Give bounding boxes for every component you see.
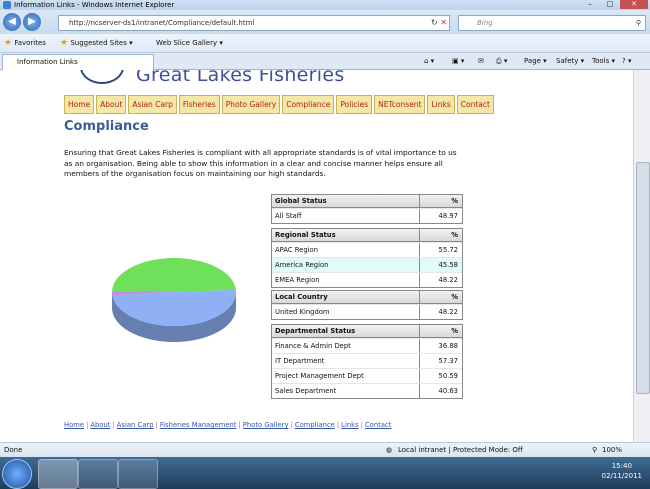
nav-netconsent[interactable]: NETconsent [374,95,426,114]
favorites-bar: ★ Favorites ★ Suggested Sites ▾ Web Slic… [0,34,650,53]
help-icon[interactable]: ? ▾ [622,53,631,69]
footer-link-contact[interactable]: Contact [365,421,391,429]
nav-compliance[interactable]: Compliance [282,95,335,114]
departmental-status-table: Departmental Status% Finance & Admin Dep… [271,324,463,399]
tools-menu[interactable]: Tools ▾ [592,53,615,69]
star-icon: ★ [4,38,13,48]
start-button[interactable] [2,459,32,489]
status-text: Done [4,446,23,454]
table-header: Regional Status [272,229,420,241]
table-row: All Staff 48.97 [272,208,462,223]
nav-photo-gallery[interactable]: Photo Gallery [221,95,281,114]
footer-link-home[interactable]: Home [64,421,84,429]
table-row: Sales Department 40.63 [272,383,462,398]
status-bar: Done ◍ Local intranet | Protected Mode: … [0,442,650,458]
footer-link-about[interactable]: About [90,421,110,429]
regional-status-table: Regional Status% APAC Region 55.72 Americ… [271,228,463,288]
maximize-button[interactable]: □ [600,0,620,9]
refresh-icon[interactable]: ↻ [431,18,438,27]
footer-link-fisheries-management[interactable]: Fisheries Management [160,421,237,429]
table-row: IT Department 57.37 [272,353,462,368]
suggested-sites-link[interactable]: ★ Suggested Sites ▾ [60,34,133,52]
footer-link-links[interactable]: Links [341,421,358,429]
system-clock: 15:40 02/11/2011 [601,462,642,480]
table-row: APAC Region 55.72 [272,242,462,257]
pie-slice-0 [112,257,236,292]
safety-menu[interactable]: Safety ▾ [556,53,584,69]
table-row: Finance & Admin Dept 36.88 [272,338,462,353]
close-button[interactable]: ✕ [620,0,648,9]
search-placeholder: Bing [477,19,493,27]
table-row: United Kingdom 48.22 [272,304,462,319]
global-status-table: Global Status% All Staff 48.97 [271,194,463,224]
page-menu[interactable]: Page ▾ [524,53,547,69]
table-row: EMEA Region 48.22 [272,272,462,287]
ie-icon [3,1,11,9]
zoom-level[interactable]: 100% [602,443,622,458]
site-brand: Great Lakes Fisheries [136,70,345,86]
nav-policies[interactable]: Policies [336,95,373,114]
tab-label: Information Links [17,58,78,66]
home-icon[interactable]: ⌂ ▾ [424,53,434,69]
mail-icon[interactable]: ✉ [478,53,484,69]
table-row: Project Management Dept 50.59 [272,368,462,383]
page-title: Compliance [64,119,149,134]
vertical-scrollbar[interactable] [633,70,650,442]
footer-links: Home | About | Asian Carp | Fisheries Manageme… [64,421,392,429]
intro-paragraph: Ensuring that Great Lakes Fisheries is c… [64,148,457,178]
footer-link-asian-carp[interactable]: Asian Carp [117,421,154,429]
tab-row: Information Links ⌂ ▾ ▣ ▾ ✉ ⎙ ▾ Page ▾ S… [0,53,650,70]
nav-asian-carp[interactable]: Asian Carp [128,95,177,114]
footer-link-photo-gallery[interactable]: Photo Gallery [243,421,289,429]
print-icon[interactable]: ⎙ ▾ [496,53,507,69]
nav-fisheries[interactable]: Fisheries [178,95,220,114]
table-header: Global Status [272,195,420,207]
table-row-highlighted: America Region 45.58 [272,257,462,272]
stop-icon[interactable]: ✕ [440,18,447,27]
local-country-table: Local Country% United Kingdom 48.22 [271,290,463,320]
web-slice-gallery-link[interactable]: Web Slice Gallery ▾ [156,34,223,52]
taskbar-explorer-icon[interactable] [78,459,118,489]
scrollbar-thumb[interactable] [636,162,650,394]
window-title-bar: Information Links - Windows Internet Exp… [0,0,650,10]
favorites-button[interactable]: ★ Favorites [4,34,46,52]
zone-status: Local intranet | Protected Mode: Off [398,446,523,454]
site-logo [80,70,124,84]
compliance-pie-chart [112,257,237,342]
taskbar-ie-icon[interactable] [38,459,78,489]
window-title: Information Links - Windows Internet Exp… [14,1,175,9]
tab-information-links[interactable]: Information Links [2,54,154,70]
add-favorite-icon: ★ [60,38,69,48]
site-nav: Home About Asian Carp Fisheries Photo Ga… [64,95,496,114]
zoom-icon[interactable]: ⚲ [592,443,597,458]
search-icon[interactable]: ⚲ [636,16,641,30]
minimize-button[interactable]: – [580,0,600,9]
page-content: Great Lakes Fisheries Home About Asian C… [0,70,633,442]
address-bar[interactable]: http://ncserver-ds1/intranet/Compliance/… [58,15,450,31]
search-box[interactable]: Bing ⚲ [458,15,646,31]
forward-button[interactable]: ▶ [23,13,41,31]
table-header: Local Country [272,291,420,303]
taskbar-media-player-icon[interactable] [118,459,158,489]
nav-home[interactable]: Home [64,95,95,114]
back-button[interactable]: ◀ [3,13,21,31]
windows-taskbar: 15:40 02/11/2011 [0,457,650,489]
nav-contact[interactable]: Contact [456,95,494,114]
feeds-icon[interactable]: ▣ ▾ [452,53,464,69]
footer-link-compliance[interactable]: Compliance [295,421,335,429]
nav-links[interactable]: Links [427,95,455,114]
address-toolbar: ◀ ▶ http://ncserver-ds1/intranet/Complia… [0,10,650,34]
globe-icon: ◍ [386,446,393,454]
nav-about[interactable]: About [96,95,127,114]
address-url[interactable]: http://ncserver-ds1/intranet/Compliance/… [69,16,254,30]
table-header: Departmental Status [272,325,420,337]
